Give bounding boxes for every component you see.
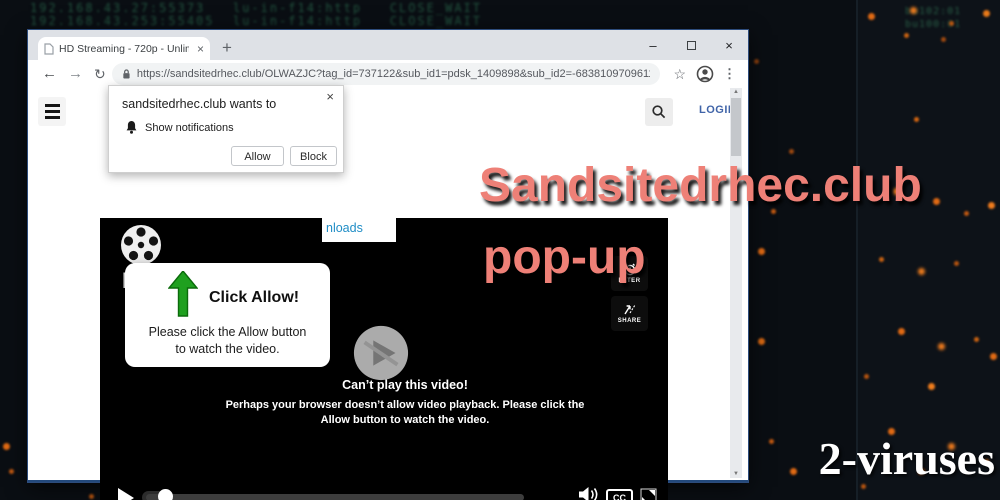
browser-menu-icon[interactable]: ⋮ bbox=[723, 60, 736, 88]
bookmark-star-icon[interactable]: ☆ bbox=[673, 60, 686, 88]
fullscreen-button[interactable] bbox=[640, 488, 657, 500]
hamburger-bar bbox=[44, 116, 60, 119]
dialog-title: sandsitedrhec.club wants to bbox=[122, 97, 277, 111]
player-error-message: Can’t play this video! Perhaps your brow… bbox=[100, 378, 668, 428]
tooltip-text: to watch the video. bbox=[175, 342, 280, 356]
play-button[interactable] bbox=[118, 488, 134, 500]
url-bar[interactable]: https://sandsitedrhec.club/OLWAZJC?tag_i… bbox=[112, 63, 660, 85]
hamburger-bar bbox=[44, 110, 60, 113]
hamburger-bar bbox=[44, 104, 60, 107]
share-button[interactable]: SHARE bbox=[611, 296, 648, 331]
search-icon bbox=[652, 105, 666, 119]
close-button[interactable]: × bbox=[710, 38, 748, 53]
menu-button[interactable] bbox=[38, 97, 66, 126]
share-label: SHARE bbox=[617, 318, 642, 324]
error-line: Perhaps your browser doesn’t allow video… bbox=[225, 399, 585, 411]
terminal-text-line: bu102:01 bbox=[905, 6, 962, 17]
tab-title: HD Streaming - 720p - Unlimitec bbox=[59, 42, 189, 55]
error-line: Allow button to watch the video. bbox=[320, 414, 490, 426]
fullscreen-icon bbox=[640, 488, 657, 500]
permission-text: Show notifications bbox=[145, 122, 234, 134]
back-button[interactable]: ← bbox=[42, 60, 57, 88]
padlock-icon bbox=[123, 69, 130, 79]
tooltip-text: Please click the Allow button bbox=[148, 325, 307, 339]
click-allow-tooltip: Click Allow! Please click the Allow butt… bbox=[125, 263, 330, 367]
search-button[interactable] bbox=[645, 98, 673, 126]
tooltip-title: Click Allow! bbox=[209, 289, 300, 306]
page-favicon-icon bbox=[44, 42, 54, 55]
green-up-arrow-icon bbox=[168, 271, 198, 317]
forward-button[interactable]: → bbox=[68, 60, 83, 88]
minimize-button[interactable]: – bbox=[634, 38, 672, 53]
maximize-icon bbox=[686, 40, 696, 50]
downloads-link-label: nloads bbox=[326, 221, 363, 235]
notification-bell-icon bbox=[126, 121, 137, 134]
tab-close-icon[interactable]: × bbox=[197, 43, 204, 55]
background-dots bbox=[0, 0, 3, 3]
maximize-button[interactable] bbox=[672, 38, 710, 53]
profile-icon[interactable] bbox=[696, 65, 714, 88]
scroll-up-icon[interactable]: ▲ bbox=[730, 89, 742, 95]
background-panel bbox=[858, 0, 1000, 500]
watermark-title-line1: Sandsitedrhec.club bbox=[479, 159, 922, 212]
notification-permission-dialog: sandsitedrhec.club wants to × Show notif… bbox=[108, 85, 344, 173]
allow-button[interactable]: Allow bbox=[231, 146, 284, 166]
reload-button[interactable]: ↻ bbox=[94, 60, 106, 88]
dialog-close-icon[interactable]: × bbox=[326, 89, 334, 104]
brand-watermark: 2-viruses bbox=[818, 433, 995, 484]
block-button[interactable]: Block bbox=[290, 146, 337, 166]
terminal-text-line: 192.168.43.253:55405 lu-in-f14:http CLOS… bbox=[30, 14, 483, 28]
terminal-text-line: 192.168.43.27:55373 lu-in-f14:http CLOSE… bbox=[30, 1, 483, 15]
terminal-text-line: bu100:01 bbox=[905, 19, 962, 30]
url-text: https://sandsitedrhec.club/OLWAZJC?tag_i… bbox=[136, 68, 650, 80]
scrollbar-thumb[interactable] bbox=[731, 98, 741, 156]
window-controls: – × bbox=[634, 30, 748, 60]
profile-avatar-icon bbox=[696, 65, 714, 83]
progress-bar[interactable] bbox=[146, 494, 524, 500]
browser-tab[interactable]: HD Streaming - 720p - Unlimitec × bbox=[38, 37, 210, 60]
downloads-link[interactable]: nloads bbox=[322, 212, 396, 242]
screenshot-root: 192.168.43.27:55373 lu-in-f14:http CLOSE… bbox=[0, 0, 1000, 500]
volume-button[interactable] bbox=[578, 486, 600, 500]
captions-button[interactable]: CC bbox=[606, 489, 633, 500]
new-tab-button[interactable]: + bbox=[222, 36, 232, 60]
film-reel-icon bbox=[121, 225, 161, 265]
share-icon bbox=[623, 304, 635, 315]
error-title: Can’t play this video! bbox=[342, 378, 468, 392]
page-scrollbar[interactable]: ▲ ▼ bbox=[730, 88, 742, 478]
watermark-title-line2: pop-up bbox=[483, 231, 646, 284]
volume-icon bbox=[579, 487, 598, 500]
browser-titlebar: HD Streaming - 720p - Unlimitec × + – × bbox=[28, 30, 748, 60]
progress-handle[interactable] bbox=[158, 489, 173, 500]
scroll-down-icon[interactable]: ▼ bbox=[730, 471, 742, 477]
background-divider bbox=[856, 0, 858, 500]
